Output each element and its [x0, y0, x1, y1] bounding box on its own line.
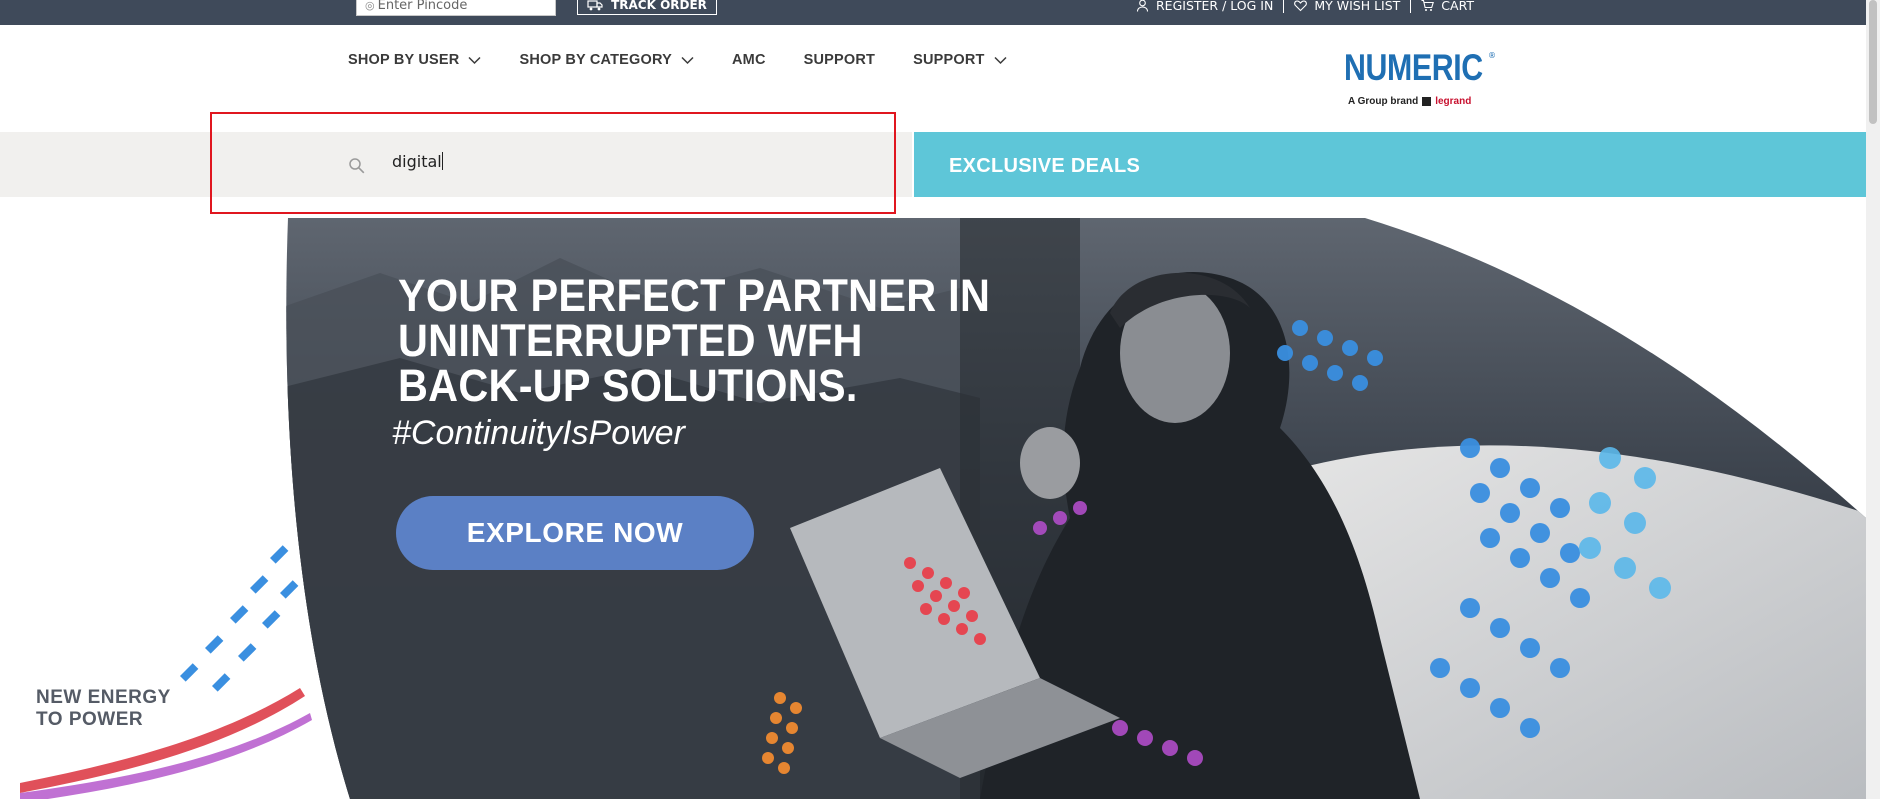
tagline-line: NEW ENERGY [36, 687, 171, 708]
explore-now-label: EXPLORE NOW [466, 517, 684, 548]
pincode-input[interactable]: ◎ Enter Pincode [356, 0, 556, 16]
main-nav: SHOP BY USER SHOP BY CATEGORY AMC SUPPOR… [348, 52, 1045, 68]
location-pin-icon: ◎ [365, 0, 375, 12]
registered-mark: ® [1488, 51, 1496, 60]
account-links: REGISTER / LOG IN MY WISH LIST CART [1126, 0, 1484, 13]
logo-sub-brand: legrand [1435, 96, 1472, 107]
hero-headline: YOUR PERFECT PARTNER IN UNINTERRUPTED WF… [398, 273, 990, 408]
headline-line: UNINTERRUPTED WFH [398, 315, 863, 366]
nav-support-dropdown[interactable]: SUPPORT [913, 52, 1007, 68]
track-order-label: TRACK ORDER [611, 0, 707, 12]
legrand-icon [1422, 97, 1432, 106]
logo-sub-prefix: A Group brand [1348, 96, 1419, 107]
tagline-graphic [20, 545, 312, 799]
nav-shop-by-category[interactable]: SHOP BY CATEGORY [519, 52, 694, 68]
chevron-down-icon [468, 56, 481, 64]
chevron-down-icon [681, 56, 694, 64]
highlight-box [210, 112, 896, 214]
chevron-down-icon [994, 56, 1007, 64]
logo-brand: NUMERIC [1344, 47, 1483, 88]
truck-icon [587, 0, 603, 10]
nav-label: AMC [732, 52, 766, 68]
scrollbar-thumb[interactable] [1869, 0, 1877, 124]
nav-shop-by-user[interactable]: SHOP BY USER [348, 52, 481, 68]
cart-link[interactable]: CART [1411, 0, 1484, 13]
cart-icon [1421, 0, 1435, 11]
register-login-link[interactable]: REGISTER / LOG IN [1126, 0, 1283, 13]
explore-now-button[interactable]: EXPLORE NOW [396, 496, 754, 570]
user-icon [1136, 0, 1149, 12]
headline-line: BACK-UP SOLUTIONS. [398, 360, 858, 411]
deals-label: EXCLUSIVE DEALS [949, 155, 1141, 177]
tagline-line: TO POWER [36, 709, 144, 730]
cart-label: CART [1441, 0, 1474, 13]
nav-label: SUPPORT [913, 52, 985, 68]
brand-tagline: NEW ENERGY TO POWER [36, 687, 171, 731]
wishlist-label: MY WISH LIST [1314, 0, 1401, 13]
hero-banner[interactable]: YOUR PERFECT PARTNER IN UNINTERRUPTED WF… [0, 218, 1880, 799]
nav-support[interactable]: SUPPORT [804, 52, 876, 68]
register-login-label: REGISTER / LOG IN [1156, 0, 1274, 13]
nav-amc[interactable]: AMC [732, 52, 766, 68]
headline-line: YOUR PERFECT PARTNER IN [398, 270, 991, 321]
nav-label: SHOP BY CATEGORY [519, 52, 672, 68]
top-utility-bar: ◎ Enter Pincode TRACK ORDER REGISTER / LO… [0, 0, 1880, 25]
numeric-logo[interactable]: NUMERIC ® A Group brand legrand [1344, 47, 1496, 118]
track-order-button[interactable]: TRACK ORDER [577, 0, 717, 15]
heart-icon [1294, 0, 1308, 11]
wishlist-link[interactable]: MY WISH LIST [1284, 0, 1410, 13]
pincode-placeholder: Enter Pincode [377, 0, 468, 13]
hero-hashtag: #ContinuityIsPower [392, 414, 685, 452]
exclusive-deals-button[interactable]: EXCLUSIVE DEALS [914, 132, 1866, 197]
nav-label: SHOP BY USER [348, 52, 460, 68]
nav-label: SUPPORT [803, 52, 876, 68]
logo-subtitle: A Group brand legrand [1348, 96, 1471, 107]
